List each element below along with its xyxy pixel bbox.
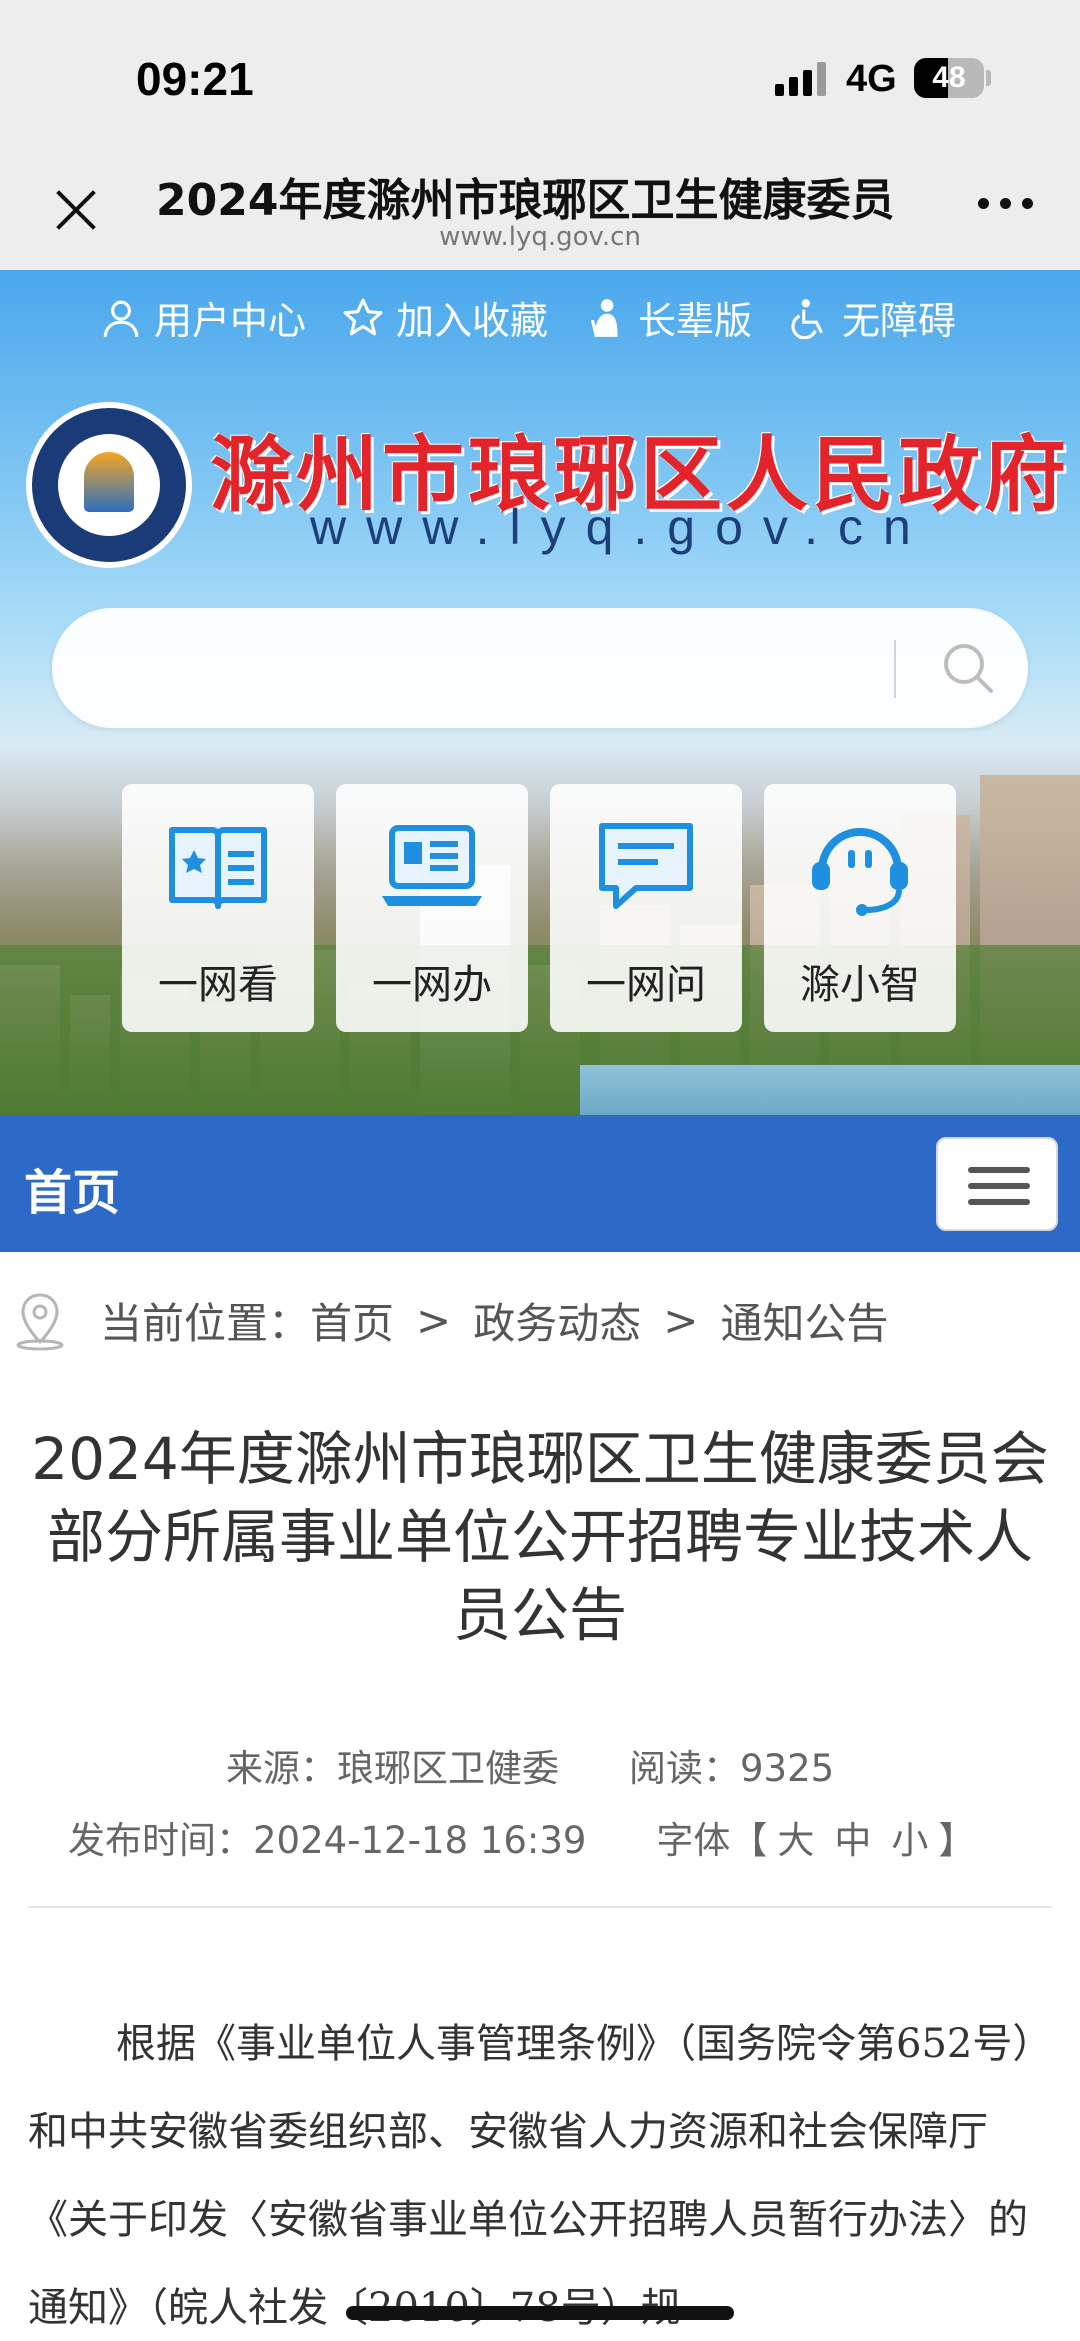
quick-link-view[interactable]: 一网看	[122, 784, 314, 1032]
hamburger-icon	[968, 1167, 1030, 1173]
search-input[interactable]	[52, 608, 1028, 728]
article-meta-date: 发布时间：2024-12-18 16:39 字体【大中小】	[0, 1810, 1080, 1864]
quick-link-view-label: 一网看	[158, 962, 278, 1008]
quick-link-handle-label: 一网办	[372, 962, 492, 1008]
quick-link-ask[interactable]: 一网问	[550, 784, 742, 1032]
date-label: 发布时间：	[68, 1819, 253, 1862]
accessibility-label: 无障碍	[842, 299, 957, 343]
page-title: 2024年度滁州市琅琊区卫生健康委员	[156, 175, 895, 226]
font-size-medium[interactable]: 中	[834, 1819, 871, 1862]
menu-toggle-button[interactable]	[936, 1137, 1058, 1231]
user-icon	[103, 300, 139, 337]
breadcrumb-notices[interactable]: 通知公告	[720, 1290, 888, 1351]
breadcrumb-separator: >	[416, 1296, 452, 1345]
breadcrumb: 当前位置： 首页 > 政务动态 > 通知公告	[12, 1290, 888, 1351]
more-options-icon[interactable]	[978, 198, 1034, 214]
elder-icon	[590, 298, 618, 337]
search-divider	[894, 640, 896, 698]
quick-link-ask-label: 一网问	[586, 962, 706, 1008]
article-title: 2024年度滁州市琅琊区卫生健康委员会部分所属事业单位公开招聘专业技术人员公告	[31, 1425, 1049, 1649]
quick-link-assistant-label: 滁小智	[800, 962, 920, 1008]
site-banner: 用户中心 加入收藏 长辈版 无障碍 滁州市琅琊区人民政府 www.lyq.gov…	[0, 270, 1080, 1115]
article-meta-source: 来源：琅琊区卫健委 阅读：9325	[0, 1738, 1080, 1792]
book-star-icon	[169, 827, 267, 909]
page-url: www.lyq.gov.cn	[439, 222, 641, 252]
nav-home-link[interactable]: 首页	[24, 1153, 120, 1223]
breadcrumb-news[interactable]: 政务动态	[473, 1290, 641, 1351]
network-type: 4G	[846, 58, 897, 100]
elder-version-link[interactable]: 长辈版	[584, 290, 752, 345]
accessibility-icon	[791, 298, 824, 339]
reads-count: 9325	[740, 1747, 835, 1790]
elder-version-label: 长辈版	[638, 299, 753, 343]
user-center-label: 用户中心	[154, 299, 307, 343]
article-body: 根据《事业单位人事管理条例》（国务院令第652号）和中共安徽省委组织部、安徽省人…	[28, 2021, 1053, 2331]
user-center-link[interactable]: 用户中心	[100, 290, 306, 345]
reads-label: 阅读：	[629, 1747, 740, 1790]
cellular-signal-icon	[775, 62, 831, 96]
laptop-icon	[382, 825, 482, 906]
divider	[28, 1906, 1052, 1908]
source-label: 来源：	[226, 1747, 337, 1790]
font-size-label: 字体【	[656, 1819, 768, 1862]
quick-links: 一网看 一网办 一网问 滁小智	[122, 784, 956, 1032]
font-size-large[interactable]: 大	[777, 1819, 814, 1862]
site-domain: www.lyq.gov.cn	[310, 499, 931, 555]
battery-level: 48	[932, 61, 966, 94]
main-nav: 首页	[0, 1115, 1080, 1252]
breadcrumb-separator: >	[663, 1296, 699, 1345]
site-logo-emblem	[26, 402, 192, 568]
search-icon[interactable]	[936, 636, 1000, 700]
home-indicator	[346, 2306, 734, 2320]
font-size-close: 】	[938, 1819, 976, 1862]
source-value: 琅琊区卫健委	[337, 1747, 559, 1790]
status-time: 09:21	[136, 53, 254, 105]
header-links: 用户中心 加入收藏 长辈版 无障碍	[100, 290, 956, 345]
status-bar: 09:21 4G 48	[0, 0, 1080, 150]
star-icon	[343, 298, 383, 335]
add-favorite-label: 加入收藏	[396, 299, 549, 343]
quick-link-assistant[interactable]: 滁小智	[764, 784, 956, 1032]
font-size-small[interactable]: 小	[891, 1819, 928, 1862]
breadcrumb-home[interactable]: 首页	[310, 1290, 394, 1351]
breadcrumb-prefix: 当前位置：	[100, 1299, 311, 1348]
accessibility-link[interactable]: 无障碍	[788, 290, 956, 345]
location-pin-icon	[16, 1292, 64, 1350]
publish-date: 2024-12-18 16:39	[253, 1819, 587, 1862]
browser-header: 2024年度滁州市琅琊区卫生健康委员 www.lyq.gov.cn	[0, 150, 1080, 270]
chat-bubble-icon	[599, 823, 693, 909]
quick-link-handle[interactable]: 一网办	[336, 784, 528, 1032]
add-favorite-link[interactable]: 加入收藏	[342, 290, 548, 345]
headset-robot-icon	[812, 828, 908, 916]
battery-icon: 48	[914, 58, 984, 98]
